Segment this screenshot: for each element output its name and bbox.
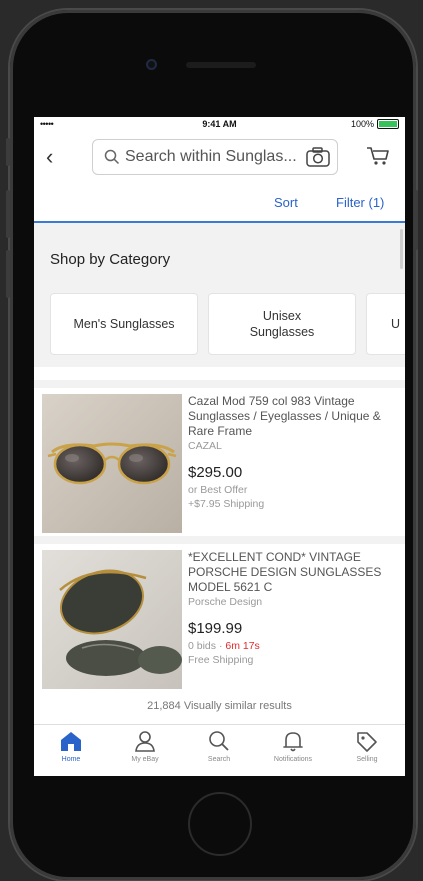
listing-price: $295.00: [188, 464, 243, 481]
sort-filter-bar: Sort Filter (1): [34, 181, 405, 223]
listing-price: $199.99: [188, 620, 243, 637]
scrollbar[interactable]: [400, 229, 403, 269]
home-icon: [61, 732, 81, 751]
status-right: 100%: [351, 119, 399, 129]
search-icon: [209, 731, 229, 751]
listing-title[interactable]: Cazal Mod 759 col 983 Vintage Sunglasses…: [188, 394, 400, 439]
mute-switch: [6, 138, 10, 166]
chip-label: Men's Sunglasses: [73, 317, 175, 331]
home-button[interactable]: [188, 792, 252, 856]
listing-seller: CAZAL: [188, 440, 222, 452]
category-chip-mens[interactable]: Men's Sunglasses: [50, 293, 198, 355]
volume-down-button: [6, 250, 10, 298]
category-chip-partial[interactable]: U: [366, 293, 405, 355]
tab-label: Search: [207, 756, 231, 763]
tab-label: Home: [61, 756, 81, 763]
app-screen: ••••• 9:41 AM 100% ‹ Search within Sungl…: [34, 117, 405, 776]
tab-search[interactable]: Search: [182, 729, 256, 763]
listing-time-left: 6m 17s: [225, 640, 260, 652]
top-bar: ‹ Search within Sunglas...: [34, 135, 405, 179]
tab-notifications[interactable]: Notifications: [256, 729, 330, 763]
listing-shipping: +$7.95 Shipping: [188, 498, 265, 510]
person-icon: [135, 731, 155, 752]
tab-my-ebay[interactable]: My eBay: [108, 729, 182, 763]
listing-shipping: Free Shipping: [188, 654, 254, 666]
category-section: Shop by Category Men's Sunglasses Unisex…: [34, 223, 405, 367]
search-icon: [104, 149, 120, 165]
listing-title[interactable]: *EXCELLENT COND* VINTAGE PORSCHE DESIGN …: [188, 550, 400, 595]
listing-offer: or Best Offer: [188, 484, 248, 496]
cart-icon[interactable]: [365, 145, 391, 167]
chip-label: U: [391, 317, 401, 331]
status-time: 9:41 AM: [202, 119, 237, 129]
listing-item[interactable]: *EXCELLENT COND* VINTAGE PORSCHE DESIGN …: [34, 536, 405, 690]
power-button: [414, 190, 418, 250]
tab-label: My eBay: [131, 756, 159, 763]
sort-button[interactable]: Sort: [274, 195, 298, 210]
listing-bids: 0 bids: [188, 640, 217, 652]
listing-bids-time: 0 bids · 6m 17s: [188, 640, 400, 652]
tag-icon: [357, 732, 377, 752]
listing-image[interactable]: [42, 550, 182, 689]
bell-icon: [283, 732, 303, 752]
volume-up-button: [6, 190, 10, 238]
listing-info: Cazal Mod 759 col 983 Vintage Sunglasses…: [188, 394, 400, 510]
earpiece-speaker: [186, 62, 256, 68]
front-camera: [146, 59, 157, 70]
battery-percent: 100%: [350, 119, 374, 129]
similar-results-link[interactable]: 21,884 Visually similar results: [34, 700, 405, 718]
bottom-tab-bar: Home My eBay Search Notifications Sellin…: [34, 724, 405, 776]
filter-button[interactable]: Filter (1): [336, 195, 384, 210]
tab-home[interactable]: Home: [34, 729, 108, 763]
search-field[interactable]: Search within Sunglas...: [92, 139, 338, 175]
category-title: Shop by Category: [50, 251, 171, 268]
battery-icon: [377, 119, 399, 129]
listing-item[interactable]: Cazal Mod 759 col 983 Vintage Sunglasses…: [34, 380, 405, 534]
listing-seller: Porsche Design: [188, 596, 263, 608]
tab-selling[interactable]: Selling: [330, 729, 404, 763]
tab-label: Selling: [356, 756, 378, 763]
listing-image[interactable]: [42, 394, 182, 533]
back-arrow-icon[interactable]: ‹: [46, 146, 53, 168]
category-chip-unisex[interactable]: Unisex Sunglasses: [208, 293, 356, 355]
tab-label: Notifications: [273, 756, 313, 763]
listing-info: *EXCELLENT COND* VINTAGE PORSCHE DESIGN …: [188, 550, 400, 666]
search-input[interactable]: Search within Sunglas...: [125, 148, 303, 166]
chip-label: Unisex Sunglasses: [249, 309, 315, 339]
status-bar: ••••• 9:41 AM 100%: [34, 117, 405, 131]
camera-icon[interactable]: [305, 146, 331, 168]
